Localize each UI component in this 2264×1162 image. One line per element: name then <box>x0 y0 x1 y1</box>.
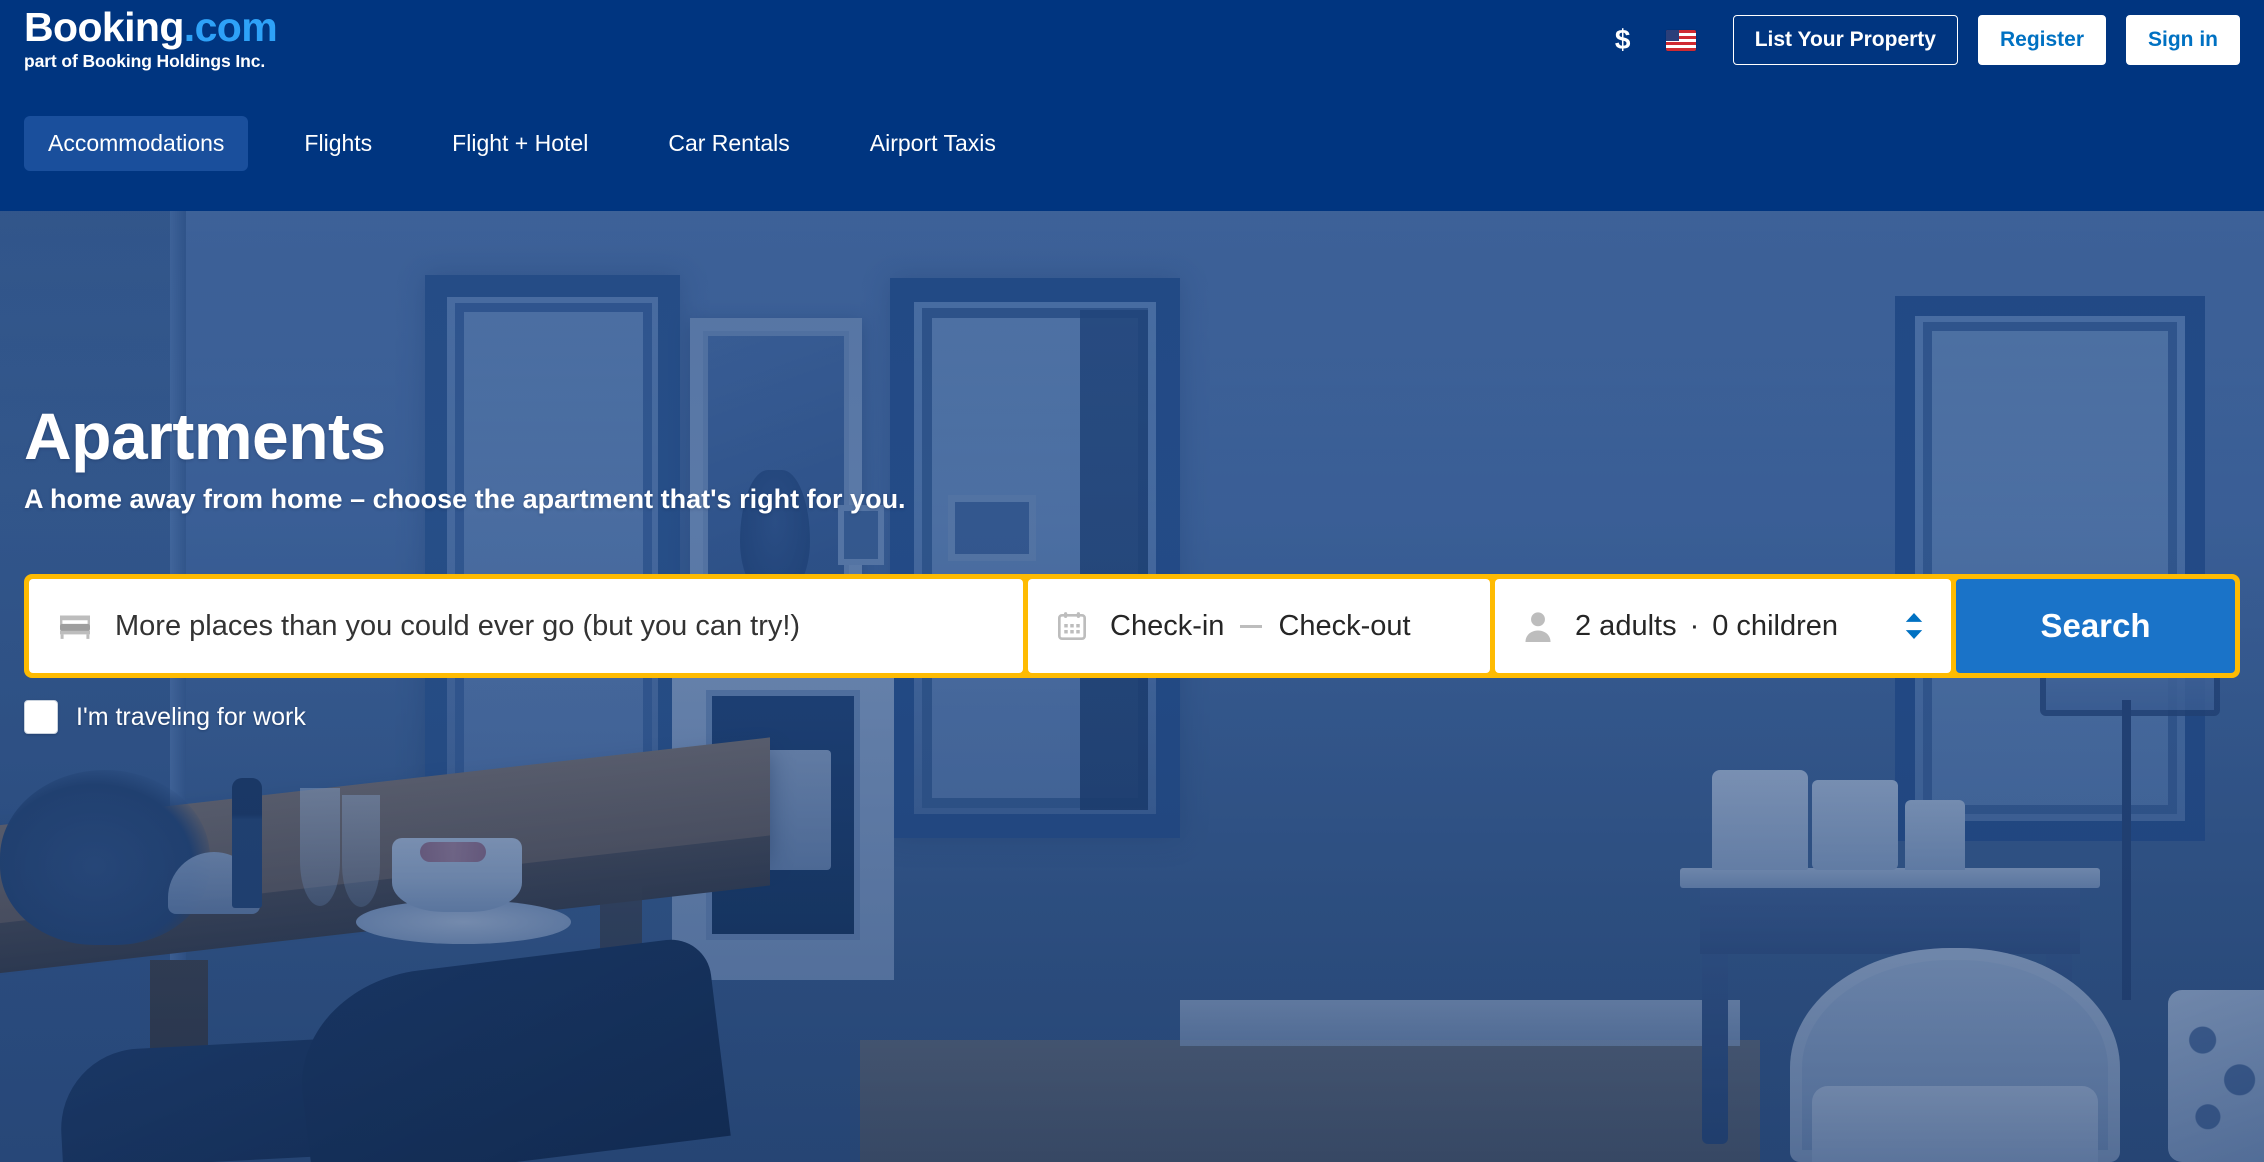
occupancy-field[interactable]: 2 adults · 0 children <box>1495 579 1951 673</box>
destination-input[interactable] <box>115 596 1023 656</box>
header-actions: $ List Your Property Register Sign in <box>1595 14 2240 66</box>
page-subtitle: A home away from home – choose the apart… <box>24 484 906 514</box>
logo-tagline: part of Booking Holdings Inc. <box>24 51 266 72</box>
bed-icon <box>60 615 90 639</box>
sign-in-button[interactable]: Sign in <box>2126 15 2240 65</box>
page-title: Apartments <box>24 399 386 473</box>
checkin-label: Check-in <box>1110 609 1225 642</box>
nav-tab-car-rentals[interactable]: Car Rentals <box>644 116 813 171</box>
nav-tab-flights[interactable]: Flights <box>280 116 396 171</box>
work-travel-checkbox[interactable] <box>24 700 58 734</box>
dollar-icon: $ <box>1614 24 1631 55</box>
person-icon <box>1525 612 1551 642</box>
site-header: Booking.com part of Booking Holdings Inc… <box>0 0 2264 211</box>
checkout-label: Check-out <box>1278 609 1411 642</box>
list-your-property-button[interactable]: List Your Property <box>1732 15 1958 65</box>
primary-nav: Accommodations Flights Flight + Hotel Ca… <box>24 116 1052 171</box>
nav-tab-accommodations[interactable]: Accommodations <box>24 116 249 171</box>
occupancy-text: 2 adults · 0 children <box>1575 610 1838 643</box>
flag-canton <box>1665 29 1679 41</box>
date-range-text: Check-in Check-out <box>1110 610 1411 643</box>
us-flag-icon <box>1665 29 1696 51</box>
register-button[interactable]: Register <box>1977 15 2106 65</box>
work-travel-row: I'm traveling for work <box>24 700 306 734</box>
nav-tab-flight-hotel[interactable]: Flight + Hotel <box>428 116 612 171</box>
chevron-updown-icon[interactable] <box>1903 611 1925 641</box>
logo-text-com: .com <box>183 4 278 50</box>
logo-text-booking: Booking <box>24 4 184 50</box>
date-range-field[interactable]: Check-in Check-out <box>1028 579 1490 673</box>
nav-tab-airport-taxis[interactable]: Airport Taxis <box>846 116 1020 171</box>
site-logo[interactable]: Booking.com part of Booking Holdings Inc… <box>24 4 278 72</box>
children-count-label: 0 children <box>1712 609 1838 642</box>
work-travel-label[interactable]: I'm traveling for work <box>76 703 306 732</box>
booking-homepage: Booking.com part of Booking Holdings Inc… <box>0 0 2264 1162</box>
occupancy-separator: · <box>1689 609 1700 642</box>
search-bar: Check-in Check-out 2 adults · 0 children Se… <box>24 574 2240 678</box>
logo-wordmark: Booking.com <box>24 4 278 50</box>
search-button[interactable]: Search <box>1956 579 2235 673</box>
date-separator-dash <box>1240 625 1263 629</box>
calendar-icon <box>1058 612 1086 640</box>
currency-selector-button[interactable]: $ <box>1595 17 1651 63</box>
language-selector-button[interactable] <box>1651 17 1711 63</box>
adults-count-label: 2 adults <box>1575 609 1677 642</box>
destination-field[interactable] <box>29 579 1023 673</box>
